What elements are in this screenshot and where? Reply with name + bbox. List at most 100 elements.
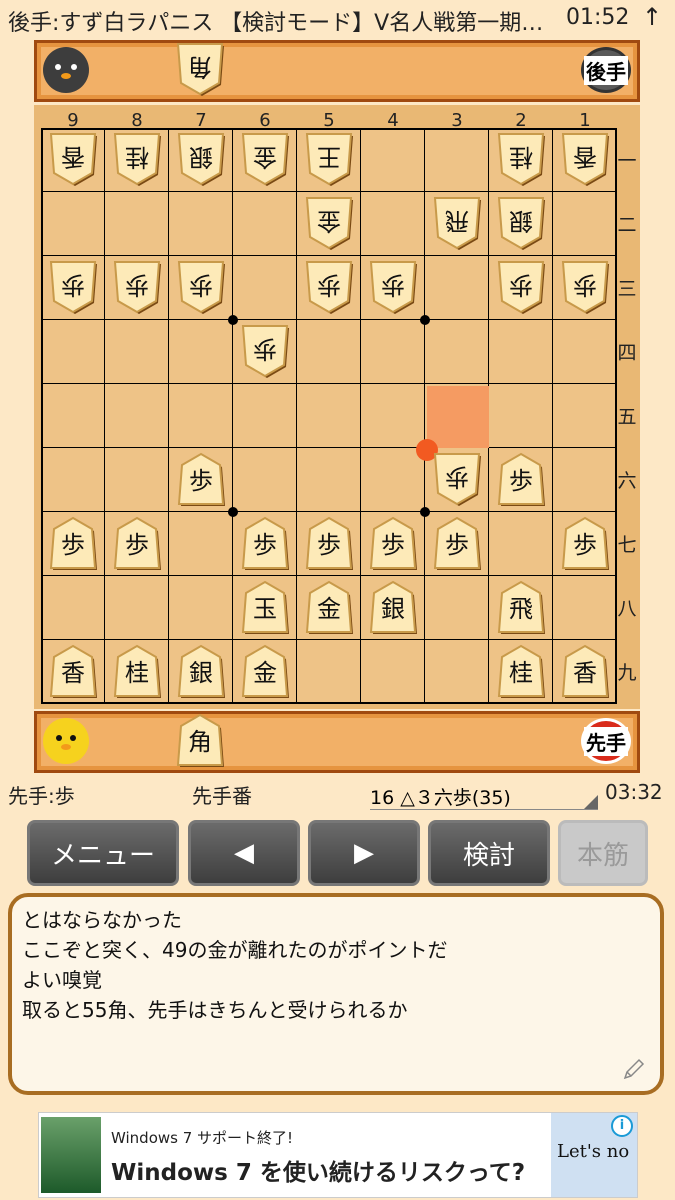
board-cell[interactable]: [297, 640, 361, 704]
gote-piece[interactable]: 桂: [496, 131, 546, 187]
gote-piece[interactable]: 金: [240, 131, 290, 187]
board-cell[interactable]: [361, 128, 425, 192]
game-title: 後手:すず白ラパニス 【検討モード】V名人戦第一期…: [8, 11, 544, 36]
board-cell[interactable]: [105, 320, 169, 384]
gote-piece[interactable]: 歩: [112, 259, 162, 315]
sente-piece[interactable]: 歩: [240, 515, 290, 571]
sente-hand-piece-tile[interactable]: 角: [175, 712, 225, 768]
board-cell[interactable]: [361, 448, 425, 512]
board-cell[interactable]: [297, 384, 361, 448]
board-cell[interactable]: [41, 448, 105, 512]
board-cell[interactable]: [105, 576, 169, 640]
board-cell[interactable]: [105, 192, 169, 256]
board-cell[interactable]: [489, 512, 553, 576]
board-cell[interactable]: [361, 320, 425, 384]
gote-piece[interactable]: 桂: [112, 131, 162, 187]
board-cell[interactable]: [489, 384, 553, 448]
board-cell[interactable]: [41, 192, 105, 256]
ad-info-icon[interactable]: i: [611, 1115, 633, 1137]
gote-piece[interactable]: 歩: [496, 259, 546, 315]
board-cell[interactable]: [361, 192, 425, 256]
board-cell[interactable]: [425, 640, 489, 704]
board-cell[interactable]: [425, 576, 489, 640]
board-cell[interactable]: [425, 256, 489, 320]
sente-piece[interactable]: 香: [48, 643, 98, 699]
sente-piece[interactable]: 銀: [176, 643, 226, 699]
board-cell[interactable]: [425, 128, 489, 192]
menu-button[interactable]: メニュー: [27, 820, 179, 886]
board-cell[interactable]: [297, 448, 361, 512]
board-cell[interactable]: [41, 320, 105, 384]
board-cell[interactable]: [169, 320, 233, 384]
board-cell[interactable]: [169, 512, 233, 576]
ad-laptop-image: [41, 1117, 101, 1193]
gote-piece[interactable]: 銀: [176, 131, 226, 187]
piece-label: 歩: [253, 335, 277, 363]
board-cell[interactable]: [489, 320, 553, 384]
sente-piece[interactable]: 金: [304, 579, 354, 635]
sente-hand-piece[interactable]: 角: [176, 713, 224, 767]
gote-piece[interactable]: 香: [48, 131, 98, 187]
sente-piece[interactable]: 歩: [48, 515, 98, 571]
board-cell[interactable]: [41, 576, 105, 640]
gote-piece[interactable]: 銀: [496, 195, 546, 251]
board-cell[interactable]: [169, 384, 233, 448]
board-cell[interactable]: [169, 192, 233, 256]
ad-banner[interactable]: Windows 7 サポート終了! Windows 7 を使い続けるリスクって?…: [38, 1112, 638, 1198]
board-cell[interactable]: [233, 384, 297, 448]
forward-button[interactable]: ▶: [308, 820, 420, 886]
board-cell[interactable]: [553, 320, 617, 384]
gote-piece[interactable]: 香: [560, 131, 610, 187]
sente-piece[interactable]: 歩: [176, 451, 226, 507]
gote-piece[interactable]: 歩: [432, 451, 482, 507]
piece-label: 歩: [61, 271, 85, 299]
board-cell[interactable]: [233, 256, 297, 320]
board-cell[interactable]: [553, 384, 617, 448]
sente-piece[interactable]: 金: [240, 643, 290, 699]
sente-piece[interactable]: 歩: [368, 515, 418, 571]
sente-piece[interactable]: 歩: [560, 515, 610, 571]
gote-piece[interactable]: 歩: [368, 259, 418, 315]
sente-piece[interactable]: 歩: [496, 451, 546, 507]
comment-box[interactable]: とはならなかった ここぞと突く、49の金が離れたのがポイントだ よい嗅覚 取ると…: [8, 893, 664, 1095]
board-cell[interactable]: [169, 576, 233, 640]
piece-label: 歩: [445, 463, 469, 491]
board-cell[interactable]: [425, 320, 489, 384]
sente-piece[interactable]: 歩: [112, 515, 162, 571]
gote-piece[interactable]: 歩: [240, 323, 290, 379]
gote-piece[interactable]: 歩: [560, 259, 610, 315]
gote-piece[interactable]: 飛: [432, 195, 482, 251]
sente-piece[interactable]: 歩: [432, 515, 482, 571]
sente-piece[interactable]: 飛: [496, 579, 546, 635]
board-cell[interactable]: [233, 192, 297, 256]
move-selector[interactable]: 16 △３六歩(35): [370, 783, 598, 810]
sente-piece[interactable]: 玉: [240, 579, 290, 635]
gote-piece[interactable]: 歩: [176, 259, 226, 315]
gote-piece[interactable]: 王: [304, 131, 354, 187]
board-cell[interactable]: [553, 448, 617, 512]
sente-piece[interactable]: 歩: [304, 515, 354, 571]
board-cell[interactable]: [105, 384, 169, 448]
board-cell[interactable]: [41, 384, 105, 448]
board-cell[interactable]: [361, 384, 425, 448]
board-star-point: [228, 507, 238, 517]
gote-piece[interactable]: 歩: [48, 259, 98, 315]
board-cell[interactable]: [361, 640, 425, 704]
board-cell[interactable]: [233, 448, 297, 512]
sente-piece[interactable]: 桂: [112, 643, 162, 699]
board-cell[interactable]: [553, 192, 617, 256]
gote-piece[interactable]: 歩: [304, 259, 354, 315]
sente-piece[interactable]: 香: [560, 643, 610, 699]
gote-piece[interactable]: 金: [304, 195, 354, 251]
gote-hand-piece[interactable]: 角: [176, 43, 224, 96]
back-button[interactable]: ◀: [188, 820, 300, 886]
board-cell[interactable]: [553, 576, 617, 640]
edit-pencil-icon[interactable]: [622, 1057, 646, 1081]
gote-hand-piece-tile[interactable]: 角: [175, 41, 225, 97]
sente-piece[interactable]: 銀: [368, 579, 418, 635]
board-cell[interactable]: [105, 448, 169, 512]
analyze-button[interactable]: 検討: [428, 820, 550, 886]
mainline-button[interactable]: 本筋: [558, 820, 648, 886]
board-cell[interactable]: [297, 320, 361, 384]
sente-piece[interactable]: 桂: [496, 643, 546, 699]
